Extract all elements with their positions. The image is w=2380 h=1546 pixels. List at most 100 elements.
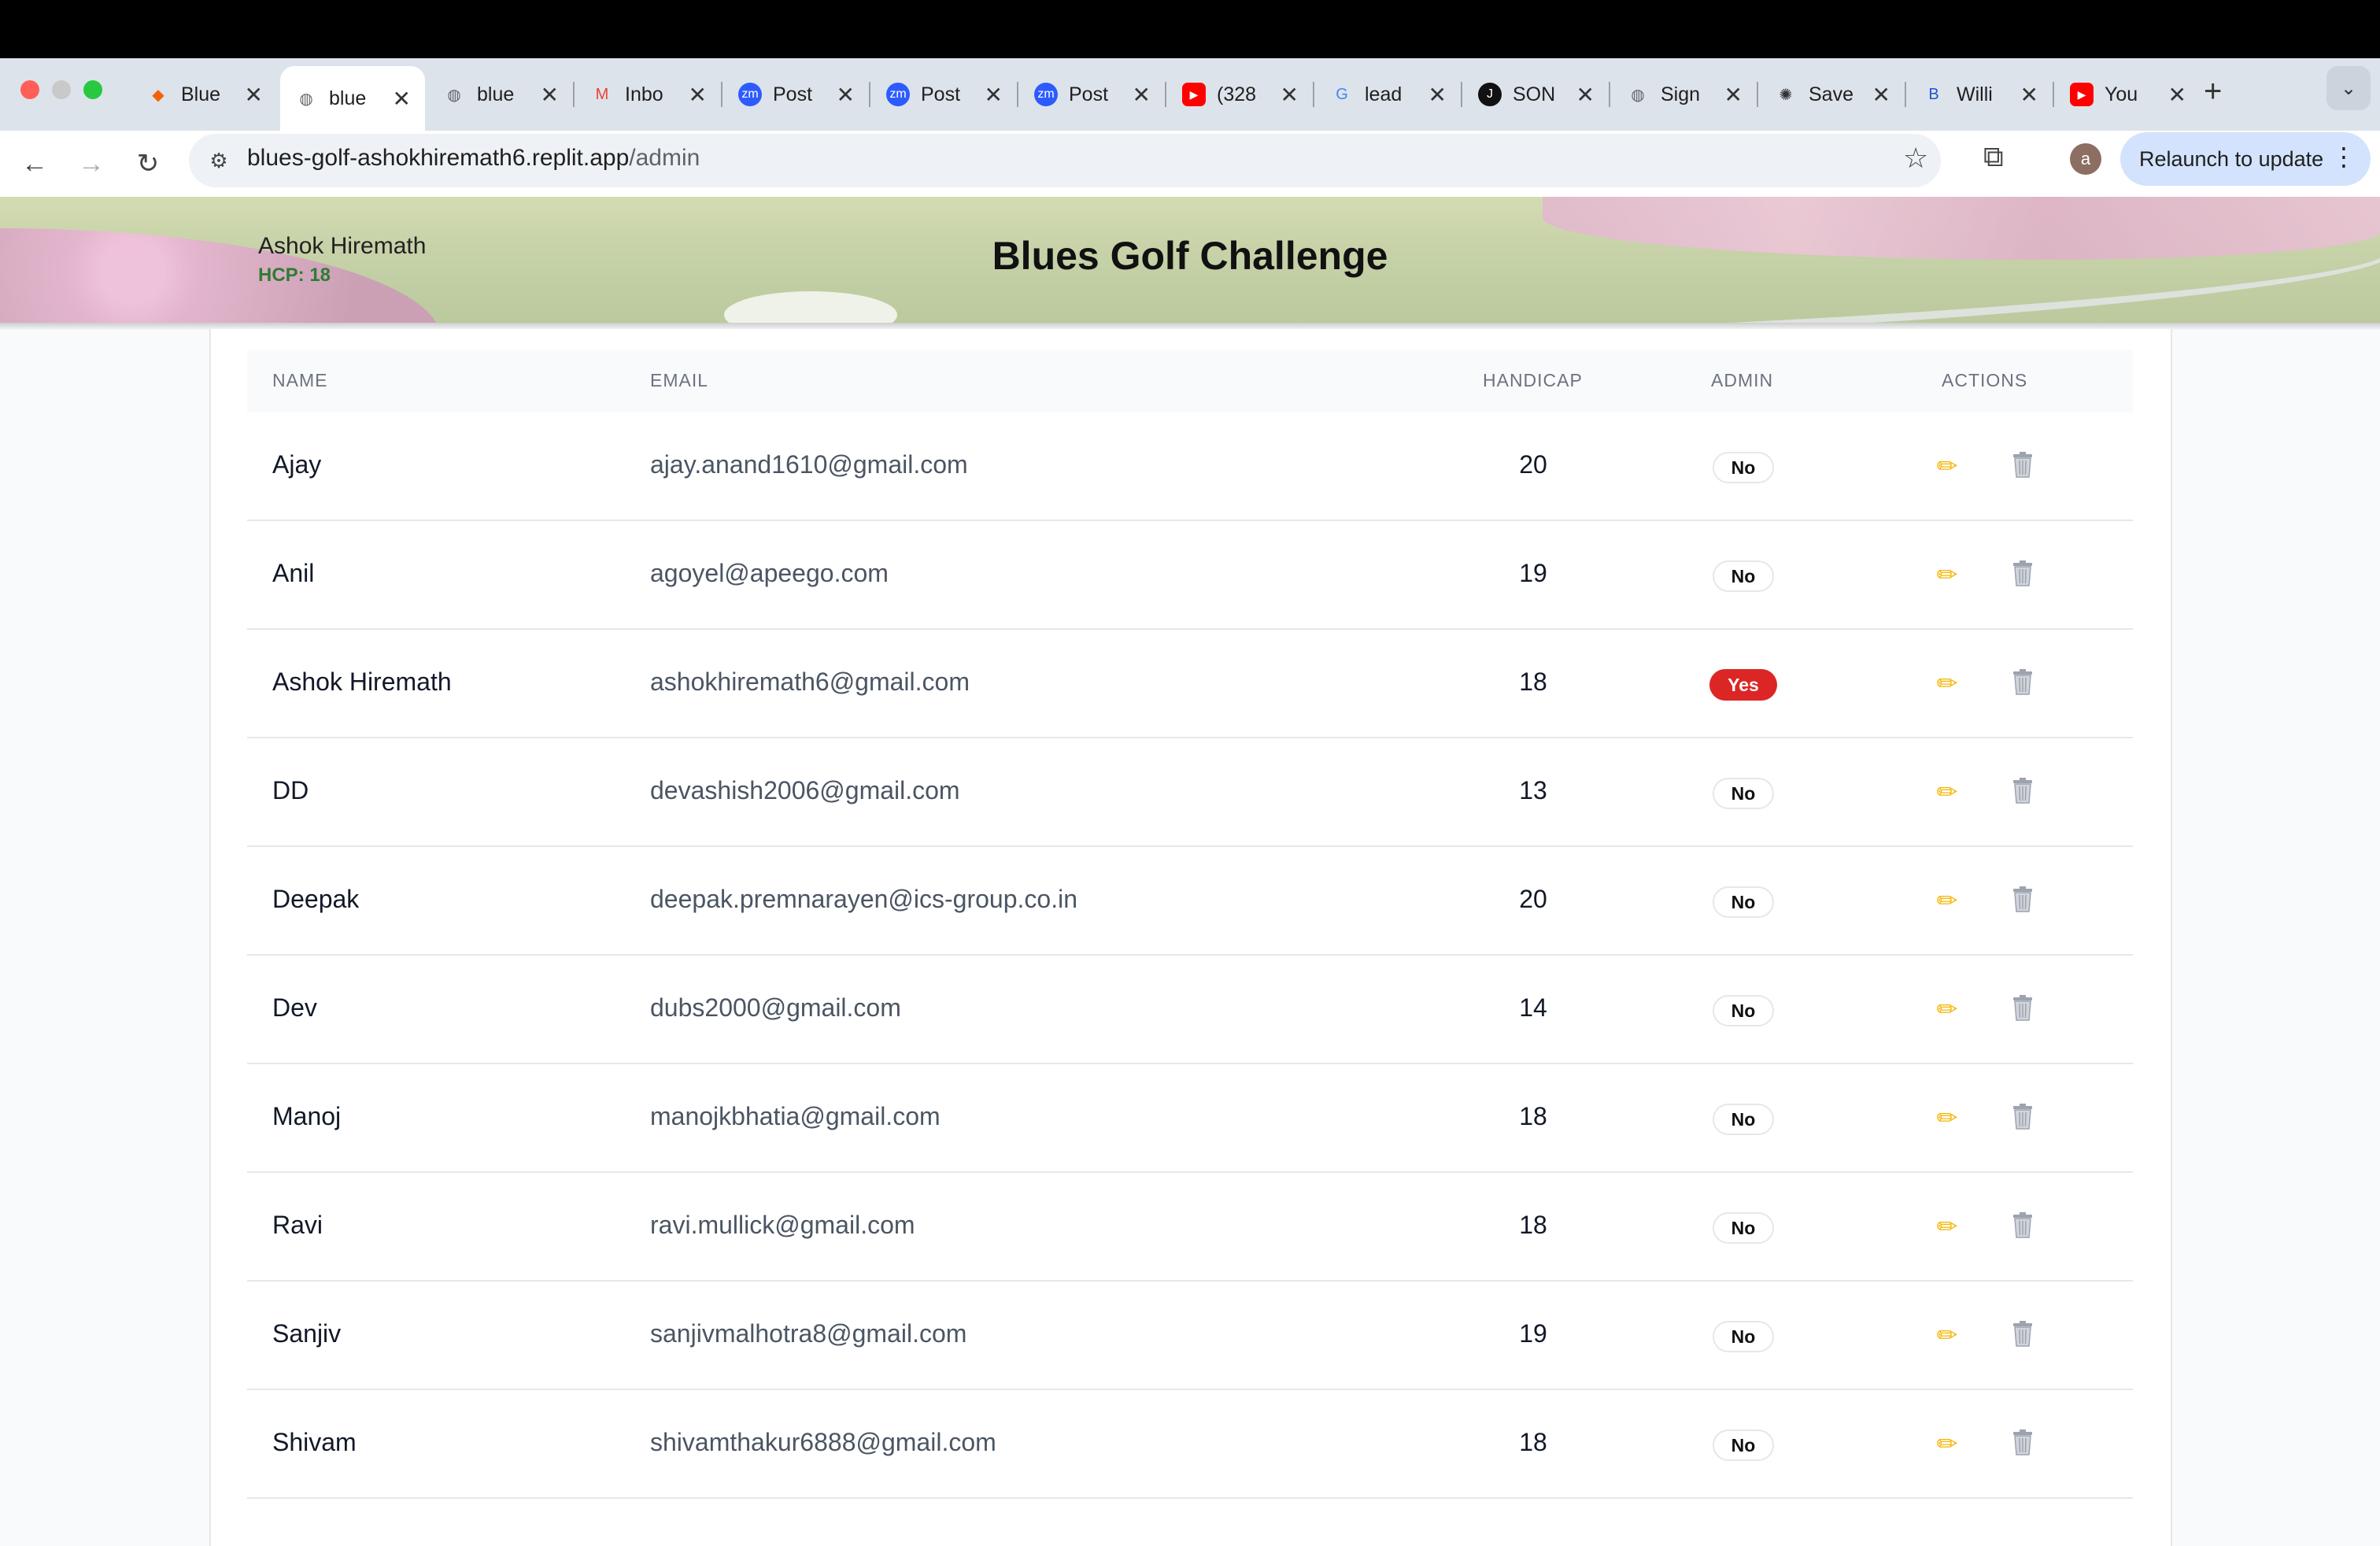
browser-tab[interactable]: zm Post ✕	[1020, 66, 1165, 123]
tab-separator	[869, 82, 870, 107]
close-tab-icon[interactable]: ✕	[1576, 82, 1595, 108]
admin-badge: No	[1713, 778, 1774, 809]
google-icon: G	[1336, 85, 1348, 103]
site-info-button[interactable]: ⚙	[200, 142, 238, 179]
handicap-cell: 19	[1519, 559, 1547, 587]
column-header-email: EMAIL	[650, 370, 709, 390]
edit-pencil-icon[interactable]: ✏	[1931, 1211, 1963, 1242]
browser-tab[interactable]: ◍ blue ✕	[280, 66, 425, 131]
tab-search-button[interactable]: ⌄	[2326, 66, 2371, 110]
browser-tab[interactable]: ▶ You ✕	[2056, 66, 2201, 123]
relaunch-button[interactable]: Relaunch to update ⋮	[2120, 132, 2371, 186]
zoom-icon: zm	[886, 83, 910, 106]
reload-button[interactable]: ↻	[126, 142, 170, 186]
tab-title: Blue	[181, 83, 221, 105]
window-minimize-button[interactable]	[52, 80, 71, 99]
column-header-admin: ADMIN	[1711, 370, 1774, 390]
close-tab-icon[interactable]: ✕	[689, 82, 707, 108]
browser-tab[interactable]: ▶ (328 ✕	[1168, 66, 1313, 123]
tab-title: lead	[1365, 83, 1402, 105]
close-tab-icon[interactable]: ✕	[985, 82, 1003, 108]
close-tab-icon[interactable]: ✕	[245, 82, 263, 108]
delete-trash-icon[interactable]	[2007, 1100, 2038, 1132]
close-tab-icon[interactable]: ✕	[1281, 82, 1299, 108]
delete-trash-icon[interactable]	[2007, 1209, 2038, 1241]
browser-tab[interactable]: Glead ✕	[1316, 66, 1461, 123]
tab-separator	[1609, 82, 1610, 107]
delete-trash-icon[interactable]	[2007, 1426, 2038, 1458]
url-path: /admin	[629, 145, 700, 171]
edit-pencil-icon[interactable]: ✏	[1931, 885, 1963, 916]
delete-trash-icon[interactable]	[2007, 557, 2038, 589]
close-tab-icon[interactable]: ✕	[393, 86, 411, 112]
openai-icon: ✺	[1779, 86, 1793, 104]
delete-trash-icon[interactable]	[2007, 883, 2038, 915]
user-email-cell: dubs2000@gmail.com	[650, 993, 901, 1022]
close-tab-icon[interactable]: ✕	[1724, 82, 1743, 108]
table-row	[247, 630, 2133, 738]
b-icon: B	[1928, 85, 1939, 103]
user-email-cell: deepak.premnarayen@ics-group.co.in	[650, 885, 1077, 913]
browser-tab[interactable]: ◆ Blue ✕	[132, 66, 277, 123]
close-tab-icon[interactable]: ✕	[2168, 82, 2186, 108]
delete-trash-icon[interactable]	[2007, 775, 2038, 806]
delete-trash-icon[interactable]	[2007, 666, 2038, 697]
user-email-cell: ashokhiremath6@gmail.com	[650, 668, 970, 696]
user-name-cell: Ajay	[272, 450, 322, 479]
user-name-cell: Deepak	[272, 885, 360, 913]
tab-separator	[1757, 82, 1758, 107]
close-tab-icon[interactable]: ✕	[1428, 82, 1447, 108]
window-close-button[interactable]	[20, 80, 39, 99]
window-zoom-button[interactable]	[83, 80, 102, 99]
tab-separator	[1017, 82, 1018, 107]
profile-avatar[interactable]: a	[2070, 143, 2101, 175]
back-button[interactable]: ←	[13, 142, 57, 186]
delete-trash-icon[interactable]	[2007, 449, 2038, 480]
browser-tab[interactable]: zm Post ✕	[724, 66, 869, 123]
edit-pencil-icon[interactable]: ✏	[1931, 1102, 1963, 1134]
browser-tab[interactable]: ✺ Save ✕	[1760, 66, 1905, 123]
browser-tab[interactable]: M Inbo ✕	[576, 66, 721, 123]
new-tab-button[interactable]: +	[2204, 74, 2222, 109]
delete-trash-icon[interactable]	[2007, 1318, 2038, 1349]
close-tab-icon[interactable]: ✕	[837, 82, 855, 108]
delete-trash-icon[interactable]	[2007, 992, 2038, 1023]
handicap-cell: 18	[1519, 1428, 1547, 1456]
admin-badge: No	[1713, 1321, 1774, 1352]
more-vert-icon: ⋮	[2331, 142, 2356, 171]
handicap-cell: 19	[1519, 1319, 1547, 1348]
admin-badge: No	[1713, 886, 1774, 918]
edit-pencil-icon[interactable]: ✏	[1931, 1319, 1963, 1351]
extensions-puzzle-icon[interactable]: ⧉	[1983, 140, 2004, 174]
handicap-cell: 20	[1519, 450, 1547, 479]
user-email-cell: devashish2006@gmail.com	[650, 776, 960, 804]
browser-tab[interactable]: J SON ✕	[1464, 66, 1609, 123]
globe-icon: ◍	[1631, 86, 1645, 104]
browser-tab[interactable]: zm Post ✕	[872, 66, 1017, 123]
bookmark-star-icon[interactable]: ☆	[1903, 142, 1928, 175]
zoom-icon: zm	[1034, 83, 1058, 106]
close-tab-icon[interactable]: ✕	[1133, 82, 1151, 108]
edit-pencil-icon[interactable]: ✏	[1931, 668, 1963, 699]
browser-tab[interactable]: B Willi ✕	[1908, 66, 2053, 123]
edit-pencil-icon[interactable]: ✏	[1931, 559, 1963, 590]
close-tab-icon[interactable]: ✕	[1872, 82, 1890, 108]
close-tab-icon[interactable]: ✕	[541, 82, 559, 108]
relaunch-label: Relaunch to update	[2139, 146, 2324, 171]
table-row	[247, 1173, 2133, 1282]
admin-badge: No	[1713, 995, 1774, 1026]
edit-pencil-icon[interactable]: ✏	[1931, 993, 1963, 1025]
tab-title: (328	[1217, 83, 1257, 105]
close-tab-icon[interactable]: ✕	[2020, 82, 2038, 108]
tab-separator	[1165, 82, 1166, 107]
edit-pencil-icon[interactable]: ✏	[1931, 1428, 1963, 1459]
arrow-left-icon: ←	[21, 148, 48, 179]
forward-button[interactable]: →	[69, 142, 113, 186]
edit-pencil-icon[interactable]: ✏	[1931, 450, 1963, 482]
browser-tab[interactable]: ◍ Sign ✕	[1612, 66, 1757, 123]
table-header	[247, 350, 2133, 412]
edit-pencil-icon[interactable]: ✏	[1931, 776, 1963, 808]
browser-tab[interactable]: ◍ blue ✕	[428, 66, 573, 123]
url-text[interactable]: blues-golf-ashokhiremath6.replit.app/adm…	[247, 145, 700, 172]
admin-badge: Yes	[1709, 669, 1777, 701]
